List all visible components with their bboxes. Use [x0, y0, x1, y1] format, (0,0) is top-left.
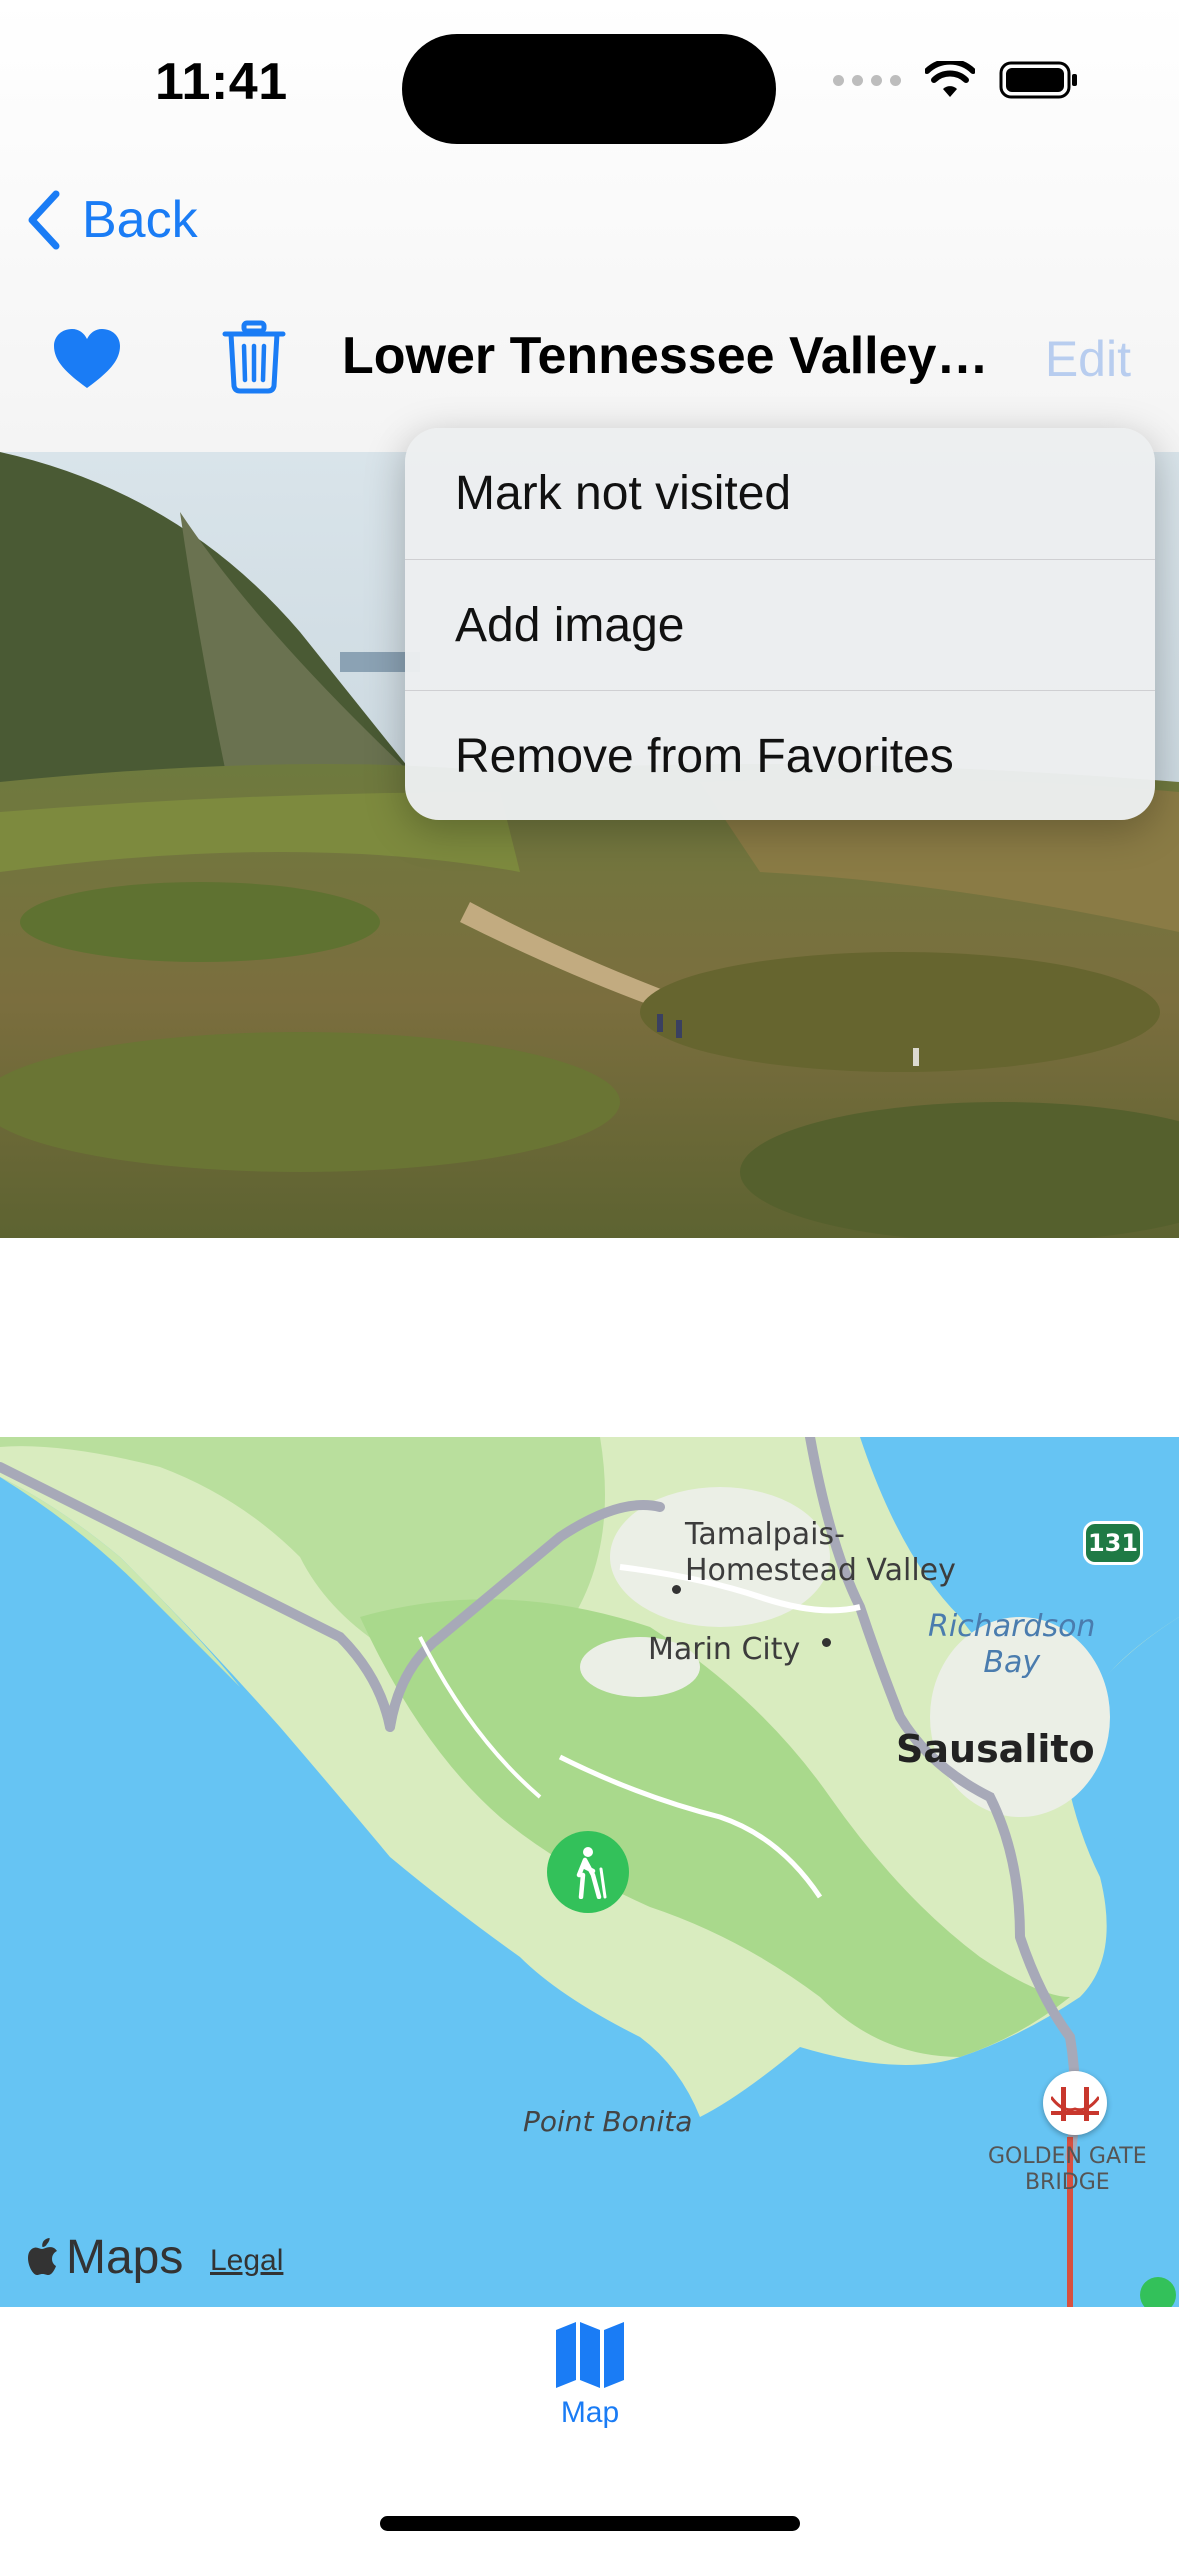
status-time: 11:41 [155, 53, 288, 111]
tab-map[interactable]: Map [540, 2320, 640, 2430]
maps-attribution: Maps [28, 2230, 183, 2285]
legal-link[interactable]: Legal [210, 2244, 283, 2278]
map-label-golden-gate-bridge: GOLDEN GATE BRIDGE [988, 2144, 1147, 2195]
map-label-tamalpais: Tamalpais- Homestead Valley [685, 1517, 956, 1588]
page-title: Lower Tennessee Valley T... [342, 327, 1002, 385]
menu-item-mark-not-visited[interactable]: Mark not visited [405, 428, 1155, 559]
golden-gate-bridge-icon[interactable] [1043, 2071, 1107, 2135]
home-indicator [380, 2516, 800, 2531]
favorite-button[interactable] [52, 328, 122, 395]
map-label-point-bonita: Point Bonita [523, 2105, 693, 2138]
dynamic-island [402, 34, 776, 144]
heart-icon [54, 329, 120, 388]
hiking-pin-icon[interactable] [547, 1831, 629, 1913]
delete-button[interactable] [222, 320, 286, 399]
status-icons [833, 60, 1079, 100]
apple-logo-icon [28, 2237, 57, 2275]
map-dot-tamalpais [672, 1585, 681, 1594]
map-view[interactable]: Tamalpais- Homestead Valley Marin City R… [0, 1437, 1179, 2307]
map-label-marin-city: Marin City [648, 1632, 801, 1667]
map-dot-marin-city [822, 1638, 831, 1647]
tab-map-label: Map [560, 2396, 620, 2429]
map-icon [556, 2322, 624, 2388]
back-label: Back [82, 191, 198, 249]
edit-button[interactable]: Edit [1045, 330, 1131, 388]
trash-icon [222, 320, 286, 394]
route-shield-icon: 131 [1083, 1521, 1143, 1565]
back-button[interactable]: Back [26, 190, 198, 250]
park-icon [1140, 2277, 1176, 2307]
menu-item-add-image[interactable]: Add image [405, 559, 1155, 690]
map-label-sausalito: Sausalito [896, 1727, 1095, 1771]
map-label-richardson-bay: Richardson Bay [928, 1609, 1096, 1680]
chevron-left-icon [28, 190, 60, 250]
cellular-signal-icon [833, 74, 901, 86]
battery-icon [999, 61, 1077, 99]
wifi-icon [925, 61, 975, 97]
menu-item-remove-favorites[interactable]: Remove from Favorites [405, 690, 1155, 820]
context-menu: Mark not visited Add image Remove from F… [405, 428, 1155, 820]
